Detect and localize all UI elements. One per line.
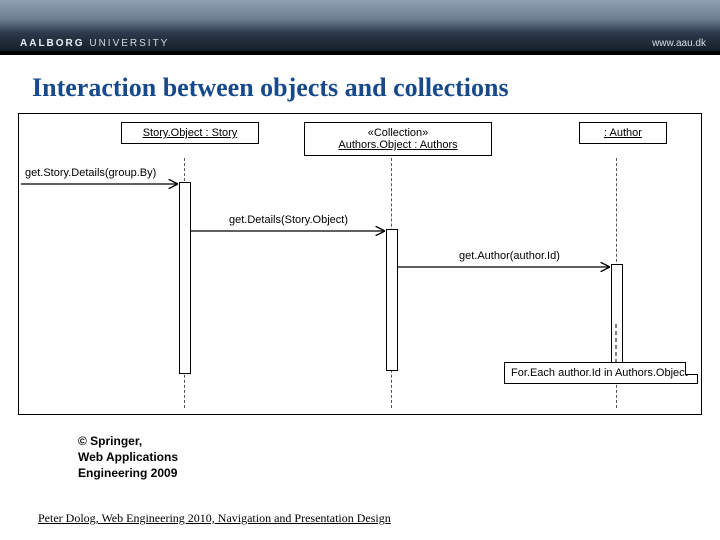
credit-line-3: Engineering 2009 [78, 465, 720, 481]
msg-get-details: get.Details(Story.Object) [229, 214, 348, 226]
sequence-diagram: Story.Object : Story «Collection» Author… [18, 113, 702, 415]
logo-primary: AALBORG [20, 38, 85, 49]
loop-note-text: For.Each author.Id in Authors.Object [511, 367, 688, 379]
msg-get-story-details: get.Story.Details(group.By) [25, 167, 156, 179]
loop-note: For.Each author.Id in Authors.Object [504, 362, 698, 384]
header-banner: AALBORG UNIVERSITY www.aau.dk [0, 0, 720, 55]
university-url: www.aau.dk [652, 38, 706, 49]
msg-get-author: get.Author(author.Id) [459, 250, 560, 262]
slide-title: Interaction between objects and collecti… [32, 73, 720, 103]
slide-footer: Peter Dolog, Web Engineering 2010, Navig… [38, 511, 391, 526]
logo-secondary: UNIVERSITY [89, 38, 169, 49]
credit-line-1: © Springer, [78, 433, 720, 449]
copyright-credit: © Springer, Web Applications Engineering… [78, 433, 720, 482]
university-logo: AALBORG UNIVERSITY [20, 38, 169, 49]
credit-line-2: Web Applications [78, 449, 720, 465]
